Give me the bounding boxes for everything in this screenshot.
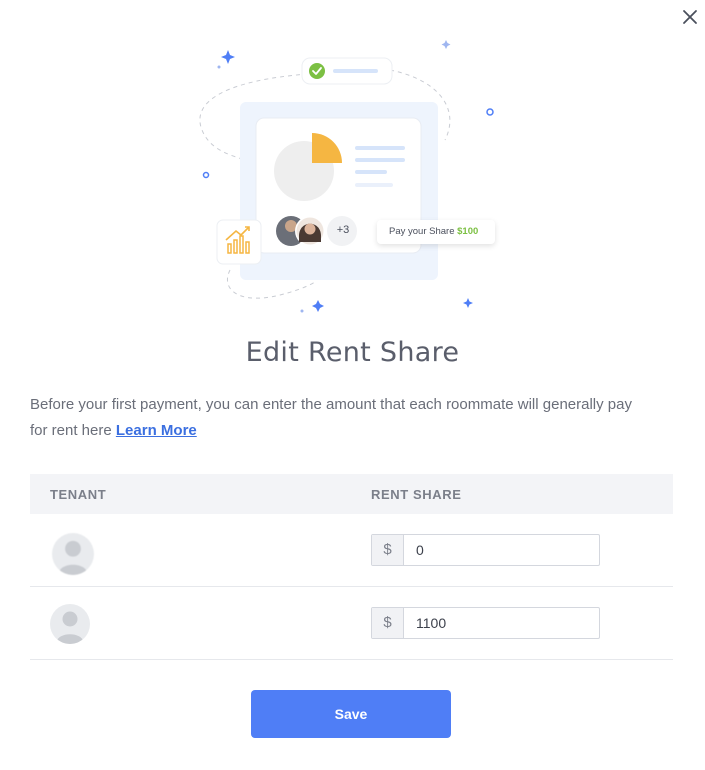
rent-share-input[interactable]	[404, 535, 599, 565]
rent-share-field: $	[371, 607, 600, 639]
save-button[interactable]: Save	[251, 690, 451, 738]
header-tenant: TENANT	[50, 487, 107, 502]
dollar-sign: $	[372, 535, 404, 565]
table-header: TENANT RENT SHARE	[30, 474, 673, 514]
extra-members-count: +3	[336, 224, 350, 236]
avatar	[50, 604, 90, 644]
avatar	[52, 533, 94, 575]
rent-share-input[interactable]	[404, 608, 599, 638]
illustration: +3 Pay your Share $100	[190, 30, 510, 320]
description: Before your first payment, you can enter…	[30, 392, 650, 444]
learn-more-link[interactable]: Learn More	[116, 422, 197, 439]
table-row: $	[30, 587, 673, 660]
dollar-sign: $	[372, 608, 404, 638]
pay-share-label: Pay your Share	[389, 226, 455, 237]
page-title: Edit Rent Share	[245, 337, 460, 368]
pay-share-pill: Pay your Share $100	[377, 220, 495, 244]
table-row: $	[30, 514, 673, 587]
close-icon[interactable]	[680, 7, 700, 27]
header-rent-share: RENT SHARE	[371, 487, 462, 502]
pay-share-amount: $100	[457, 226, 479, 237]
rent-share-field: $	[371, 534, 600, 566]
